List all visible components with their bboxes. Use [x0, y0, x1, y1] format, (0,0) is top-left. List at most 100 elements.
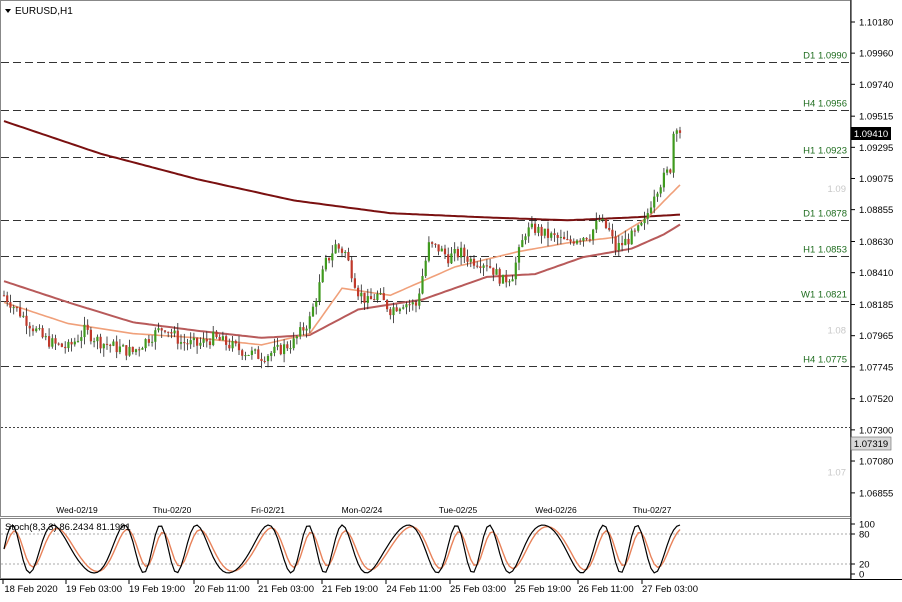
candle-bull — [662, 172, 665, 188]
candle-bull — [292, 338, 295, 349]
symbol-label[interactable]: EURUSD,H1 — [15, 6, 73, 17]
candle-bear — [382, 293, 385, 300]
level-label: H1 1.0923 — [803, 146, 847, 157]
candle-bear — [434, 243, 437, 245]
round-level-label: 1.07 — [828, 467, 847, 478]
candle-bear — [31, 328, 35, 332]
candle-bear — [279, 344, 282, 355]
x-tick-label: 18 Feb 2020 — [4, 584, 57, 595]
candle-bull — [102, 343, 105, 349]
candle-bear — [357, 287, 360, 297]
level-label: D1 1.0990 — [803, 51, 847, 62]
candle-bull — [421, 276, 424, 294]
candle-bear — [505, 274, 508, 283]
candle-bear — [604, 218, 608, 228]
candle-bull — [128, 346, 131, 356]
candle-bull — [67, 341, 70, 349]
price-date-label: Tue-02/25 — [439, 505, 478, 515]
y-tick-label: 1.09740 — [859, 80, 893, 91]
candle-bull — [424, 260, 427, 276]
candle-bull — [51, 338, 54, 347]
candle-bull — [672, 133, 675, 173]
candle-bull — [453, 249, 456, 254]
candle-bull — [141, 348, 144, 350]
candle-bear — [463, 247, 466, 257]
candle-bull — [427, 242, 430, 261]
candle-bull — [299, 327, 302, 337]
y-tick-label: 1.10180 — [859, 17, 893, 28]
candle-bear — [241, 350, 244, 356]
candle-bear — [534, 223, 537, 233]
stoch-tick-label: 80 — [859, 530, 870, 541]
candle-bull — [80, 337, 83, 341]
candle-bull — [276, 344, 279, 347]
candle-bull — [318, 282, 321, 302]
candle-bear — [131, 346, 134, 352]
candle-bear — [109, 344, 112, 346]
y-tick-label: 1.09075 — [859, 174, 893, 185]
candle-bull — [592, 229, 595, 240]
candle-bull — [189, 340, 192, 345]
candle-bear — [328, 257, 331, 261]
y-tick-label: 1.07520 — [859, 394, 893, 405]
candle-bull — [344, 252, 347, 253]
candle-bear — [556, 235, 559, 238]
candle-bull — [134, 349, 138, 353]
candle-bull — [173, 330, 176, 334]
candle-bear — [373, 299, 376, 301]
candle-bear — [228, 344, 231, 349]
candle-bull — [311, 306, 315, 317]
candle-bear — [183, 342, 186, 344]
y-tick-label: 1.07080 — [859, 457, 893, 468]
candle-bear — [443, 248, 447, 255]
candle-bear — [476, 265, 479, 267]
candle-bear — [263, 361, 266, 362]
x-tick-label: 20 Feb 11:00 — [194, 584, 249, 595]
candle-bear — [621, 243, 624, 246]
candle-bear — [553, 233, 556, 235]
candle-bull — [514, 262, 517, 280]
candle-bull — [637, 225, 640, 231]
y-tick-label: 1.08855 — [859, 205, 893, 216]
candle-bear — [6, 295, 9, 303]
candle-bull — [511, 279, 514, 282]
x-tick-label: 27 Feb 03:00 — [642, 584, 698, 595]
candle-bear — [566, 239, 569, 241]
candle-bear — [28, 325, 31, 329]
candle-bull — [315, 301, 318, 307]
candle-bear — [669, 169, 672, 173]
candle-bear — [186, 343, 189, 345]
candle-bull — [38, 328, 41, 330]
candle-bear — [489, 266, 492, 268]
candle-bull — [247, 355, 250, 356]
price-date-label: Mon-02/24 — [342, 505, 383, 515]
candle-bear — [57, 343, 60, 345]
candle-bear — [89, 329, 92, 342]
candle-bull — [575, 240, 579, 244]
candle-bear — [579, 240, 582, 242]
candle-bull — [76, 340, 80, 342]
candle-bull — [289, 348, 292, 350]
candle-bull — [601, 218, 604, 221]
candle-bull — [530, 223, 533, 228]
current-price-text: 1.09410 — [854, 129, 888, 140]
candle-bear — [260, 358, 263, 361]
candle-bull — [308, 316, 311, 329]
candle-bear — [60, 343, 63, 347]
x-tick-label: 24 Feb 11:00 — [386, 584, 441, 595]
candle-bull — [231, 341, 234, 349]
candle-bear — [437, 244, 440, 252]
candle-bull — [376, 293, 379, 301]
candle-bull — [617, 243, 620, 251]
candle-bull — [366, 296, 369, 303]
candle-bear — [237, 343, 241, 351]
candle-bull — [154, 330, 157, 342]
candle-bear — [498, 269, 501, 284]
candle-bear — [395, 307, 398, 312]
candle-bear — [225, 336, 228, 345]
candle-bull — [35, 328, 38, 332]
y-tick-label: 1.08410 — [859, 268, 893, 279]
y-tick-label: 1.07300 — [859, 425, 893, 436]
level-label: W1 1.0821 — [801, 290, 847, 301]
candle-bear — [563, 236, 566, 240]
